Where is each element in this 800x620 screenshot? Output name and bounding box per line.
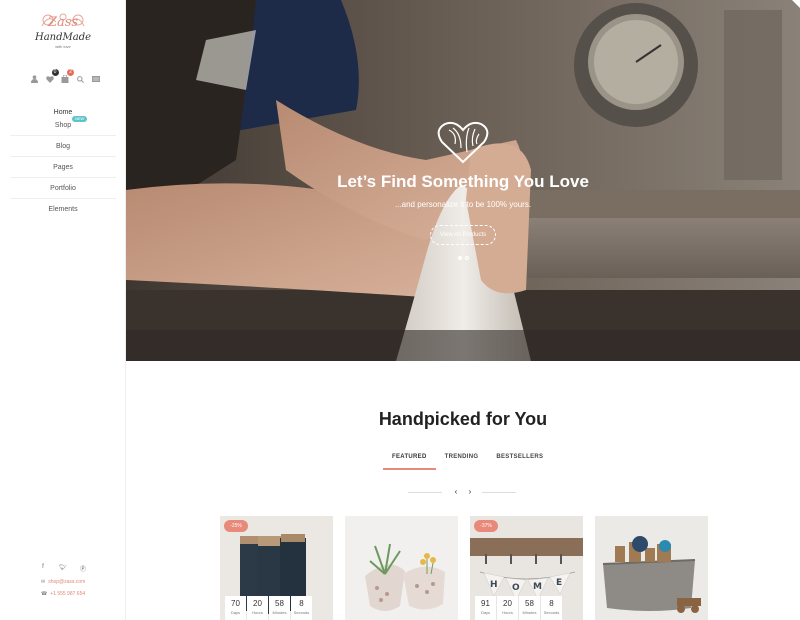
user-icon[interactable] — [29, 74, 39, 84]
sale-badge: -25% — [224, 520, 248, 532]
carousel-pager: ‹ › — [408, 486, 516, 498]
menu-icon — [92, 76, 100, 82]
svg-text:O: O — [512, 583, 520, 593]
svg-text:H: H — [490, 580, 498, 590]
hero-subtitle: ...and personalize it to be 100% yours. — [394, 200, 532, 209]
sale-badge: -37% — [474, 520, 498, 532]
countdown-hours: 20 Hours — [497, 596, 518, 620]
main-nav: Home Shop NEW Blog Pages Portfolio Eleme… — [10, 104, 116, 220]
tab-featured[interactable]: FEATURED — [383, 454, 436, 470]
nav-item-elements[interactable]: Elements — [10, 199, 116, 220]
tab-bestsellers[interactable]: BESTSELLERS — [487, 454, 552, 470]
view-all-products-button[interactable]: View All Products — [430, 225, 496, 245]
pinterest-icon[interactable]: Ⓟ — [78, 564, 88, 573]
cart-count-badge: 2 — [67, 69, 74, 76]
hero-slider: Let’s Find Something You Love ...and per… — [126, 0, 800, 361]
divider — [482, 492, 516, 493]
hero-corner-fold — [792, 0, 800, 8]
wishlist-count-badge: 0 — [51, 69, 59, 76]
countdown-minutes: 58 Minutes — [269, 596, 290, 620]
countdown-hours: 20 Hours — [247, 596, 268, 620]
product-card[interactable] — [595, 516, 708, 620]
nav-item-shop-label: Shop — [54, 122, 72, 129]
product-card[interactable]: H O M E -37% 91 Days 20 Hours 58 Minutes 8 Seco… — [470, 516, 583, 620]
header-icon-row: 0 2 — [29, 69, 101, 85]
prev-arrow-icon[interactable]: ‹ — [450, 486, 462, 498]
sidebar: Zass HandMade with love 0 2 Home Shop NE… — [0, 0, 126, 620]
twitter-icon[interactable]: 🐦︎ — [58, 564, 68, 573]
countdown-timer: 91 Days 20 Hours 58 Minutes 8 Seconds — [475, 596, 562, 620]
heart-icon — [45, 75, 54, 83]
cart-icon — [61, 75, 69, 83]
countdown-days: 91 Days — [475, 596, 496, 620]
wishlist-button[interactable]: 0 — [45, 69, 59, 84]
contact-phone-text: +1 555 987 654 — [50, 591, 86, 597]
social-links: f 🐦︎ Ⓟ — [38, 564, 88, 573]
countdown-timer: 70 Days 20 Hours 58 Minutes 8 Seconds — [225, 596, 312, 620]
product-card[interactable] — [345, 516, 458, 620]
product-card[interactable]: -25% 70 Days 20 Hours 58 Minutes 8 Seconds — [220, 516, 333, 620]
nav-item-pages[interactable]: Pages — [10, 157, 116, 178]
svg-text:M: M — [533, 582, 542, 592]
search-icon — [77, 75, 84, 83]
product-tabs: FEATURED TRENDING BESTSELLERS — [383, 454, 552, 470]
mail-icon: ✉ — [41, 579, 46, 585]
tab-trending[interactable]: TRENDING — [436, 454, 488, 470]
logo-name: Zass — [47, 15, 79, 30]
next-arrow-icon[interactable]: › — [464, 486, 476, 498]
product-image — [595, 516, 708, 620]
search-button[interactable] — [76, 74, 86, 84]
menu-button[interactable] — [91, 74, 101, 84]
hero-title: Let’s Find Something You Love — [337, 172, 589, 191]
contact-email[interactable]: ✉ shop@zass.com — [41, 579, 85, 585]
nav-item-portfolio[interactable]: Portfolio — [10, 178, 116, 199]
section-title: Handpicked for You — [378, 409, 548, 429]
svg-text:E: E — [556, 578, 562, 588]
nav-item-shop[interactable]: Shop NEW — [10, 116, 116, 136]
phone-icon: ☎ — [41, 591, 48, 597]
heart-logo-icon — [437, 121, 489, 164]
new-badge: NEW — [72, 116, 88, 122]
contact-email-text: shop@zass.com — [48, 579, 86, 585]
slider-dot[interactable] — [465, 256, 469, 260]
facebook-icon[interactable]: f — [38, 564, 48, 573]
product-image — [345, 516, 458, 620]
slider-dot[interactable] — [458, 256, 462, 260]
logo-tagline: with love — [55, 44, 71, 49]
countdown-minutes: 58 Minutes — [519, 596, 540, 620]
contact-phone[interactable]: ☎ +1 555 987 654 — [41, 591, 85, 597]
countdown-seconds: 8 Seconds — [291, 596, 312, 620]
divider — [408, 492, 442, 493]
nav-item-blog[interactable]: Blog — [10, 136, 116, 157]
countdown-days: 70 Days — [225, 596, 246, 620]
countdown-seconds: 8 Seconds — [541, 596, 562, 620]
logo[interactable]: Zass HandMade with love — [20, 12, 106, 64]
cart-button[interactable]: 2 — [60, 69, 74, 84]
slider-dots — [458, 256, 469, 260]
